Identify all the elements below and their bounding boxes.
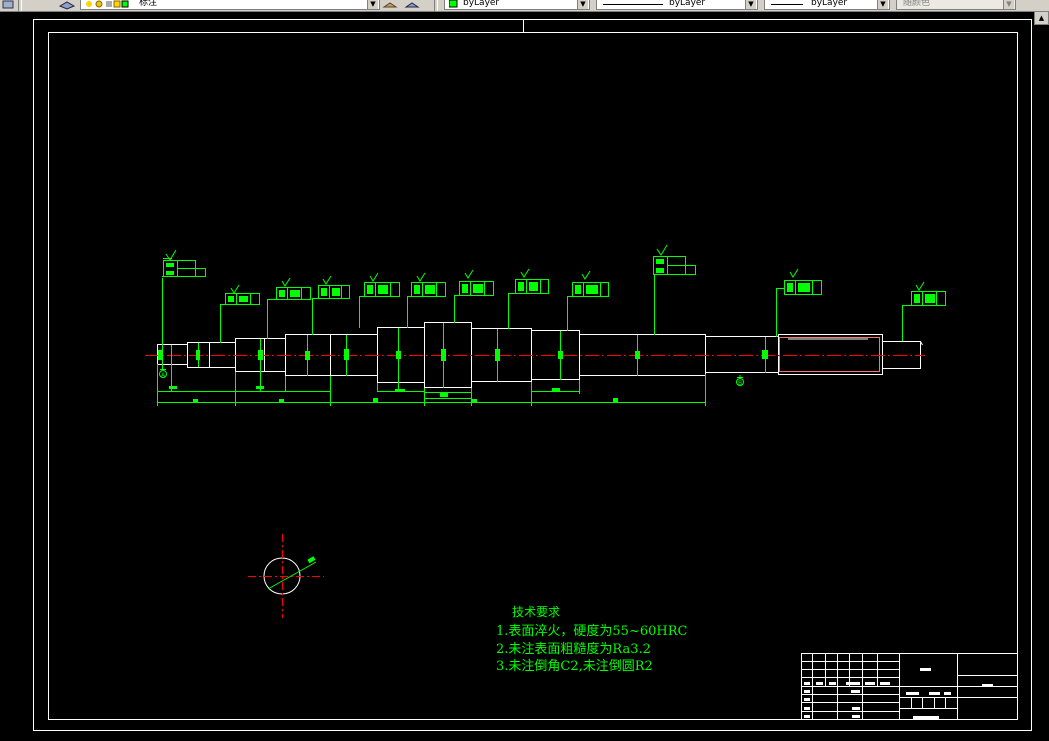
layer-dropdown-chevron-icon[interactable]: ▼ xyxy=(367,0,378,9)
toolbar-separator xyxy=(434,0,438,11)
layer-name: 标注 xyxy=(139,0,158,8)
color-select[interactable]: byLayer ▼ xyxy=(444,0,590,10)
vertical-scrollbar[interactable]: ▲ xyxy=(1034,11,1049,741)
lineweight-select[interactable]: byLayer ▼ xyxy=(764,0,890,10)
linetype-preview-icon xyxy=(603,4,663,5)
tech-requirement-1: 1.表面淬火，硬度为55~60HRC xyxy=(496,624,688,639)
keyway-section xyxy=(779,337,880,372)
datum-b-label: B xyxy=(738,380,742,387)
linetype-value: byLayer xyxy=(669,0,706,8)
datum-a-label: A xyxy=(161,372,166,379)
lineweight-value: byLayer xyxy=(811,0,848,8)
linetype-select[interactable]: byLayer ▼ xyxy=(596,0,758,10)
tech-requirements-title: 技术要求 xyxy=(512,605,561,619)
scroll-up-arrow-icon[interactable]: ▲ xyxy=(1034,11,1049,25)
lineweight-dropdown-chevron-icon[interactable]: ▼ xyxy=(877,0,888,9)
layer-states-icon[interactable] xyxy=(58,0,76,10)
tech-requirement-3: 3.未注倒角C2,未注倒圆R2 xyxy=(496,659,653,674)
layer-previous-icon[interactable] xyxy=(404,0,420,10)
plotstyle-dropdown-chevron-icon: ▼ xyxy=(1003,0,1014,9)
layer-manager-icon[interactable] xyxy=(2,0,16,10)
color-value: byLayer xyxy=(463,0,500,8)
color-dropdown-chevron-icon[interactable]: ▼ xyxy=(577,0,588,9)
layer-select[interactable]: 标注 ▼ xyxy=(80,0,380,10)
lineweight-preview-icon xyxy=(771,4,803,5)
toolbar-separator xyxy=(18,0,22,11)
make-current-layer-icon[interactable] xyxy=(382,0,398,10)
section-view xyxy=(248,534,324,618)
linetype-dropdown-chevron-icon[interactable]: ▼ xyxy=(745,0,756,9)
color-swatch-icon xyxy=(448,0,459,10)
plotstyle-value: 随颜色 xyxy=(903,0,931,8)
plotstyle-select[interactable]: 随颜色 ▼ xyxy=(896,0,1016,10)
